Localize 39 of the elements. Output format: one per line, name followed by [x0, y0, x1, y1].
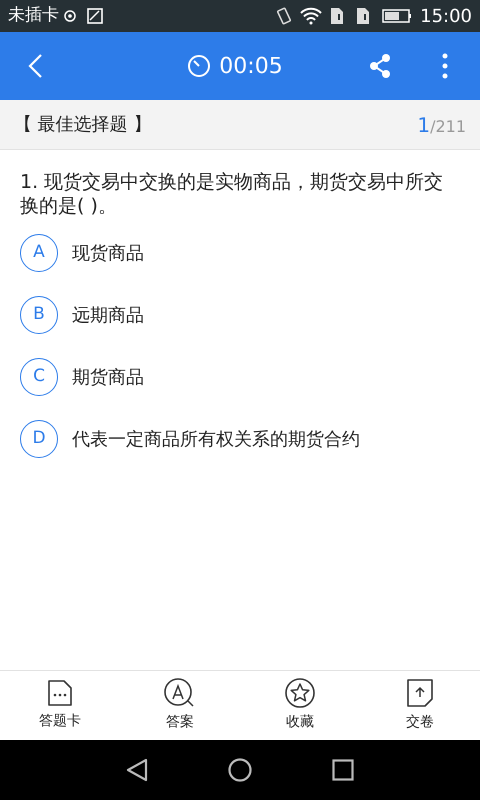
vibrate-icon [276, 7, 292, 25]
sim-icon [330, 7, 344, 25]
timer-text: 00:05 [219, 52, 283, 80]
toolbar-tab[interactable]: 收藏 [240, 671, 360, 740]
section-title: 【 最佳选择题 】 [14, 113, 152, 137]
clock-text: 15:00 [420, 4, 472, 28]
share-icon [368, 53, 392, 79]
answer-option[interactable]: D 代表一定商品所有权关系的期货合约 [20, 420, 460, 458]
back-triangle-icon[interactable] [126, 758, 148, 782]
option-text: 期货商品 [72, 366, 144, 390]
toolbar-tab[interactable]: 答题卡 [0, 671, 120, 740]
answer-option[interactable]: B 远期商品 [20, 296, 460, 334]
option-letter: C [20, 358, 58, 396]
wifi-icon [300, 7, 322, 25]
answer-option[interactable]: C 期货商品 [20, 358, 460, 396]
battery-icon [382, 8, 412, 24]
image-icon [87, 8, 103, 24]
recents-square-icon[interactable] [332, 759, 354, 781]
timer-icon [187, 54, 212, 78]
star-circle-icon [285, 678, 315, 708]
option-letter: B [20, 296, 58, 334]
option-text: 代表一定商品所有权关系的期货合约 [72, 428, 360, 452]
option-letter: D [20, 420, 58, 458]
home-circle-icon[interactable] [228, 758, 252, 782]
question-text: 1. 现货交易中交换的是实物商品，期货交易中所交换的是( )。 [20, 170, 444, 218]
sim-icon [356, 7, 370, 25]
document-icon [46, 679, 74, 707]
option-text: 远期商品 [72, 304, 144, 328]
option-letter: A [20, 234, 58, 272]
toolbar-tab[interactable]: 交卷 [360, 671, 480, 740]
magnifier-letter-icon [164, 678, 196, 708]
more-icon [442, 53, 448, 79]
carrier-text: 未插卡 [8, 4, 59, 28]
back-icon [27, 53, 43, 79]
upload-document-icon [406, 678, 434, 708]
option-text: 现货商品 [72, 242, 144, 266]
toolbar-tab[interactable]: 答案 [120, 671, 240, 740]
question-counter: 1/211 [417, 112, 466, 138]
answer-option[interactable]: A 现货商品 [20, 234, 460, 272]
